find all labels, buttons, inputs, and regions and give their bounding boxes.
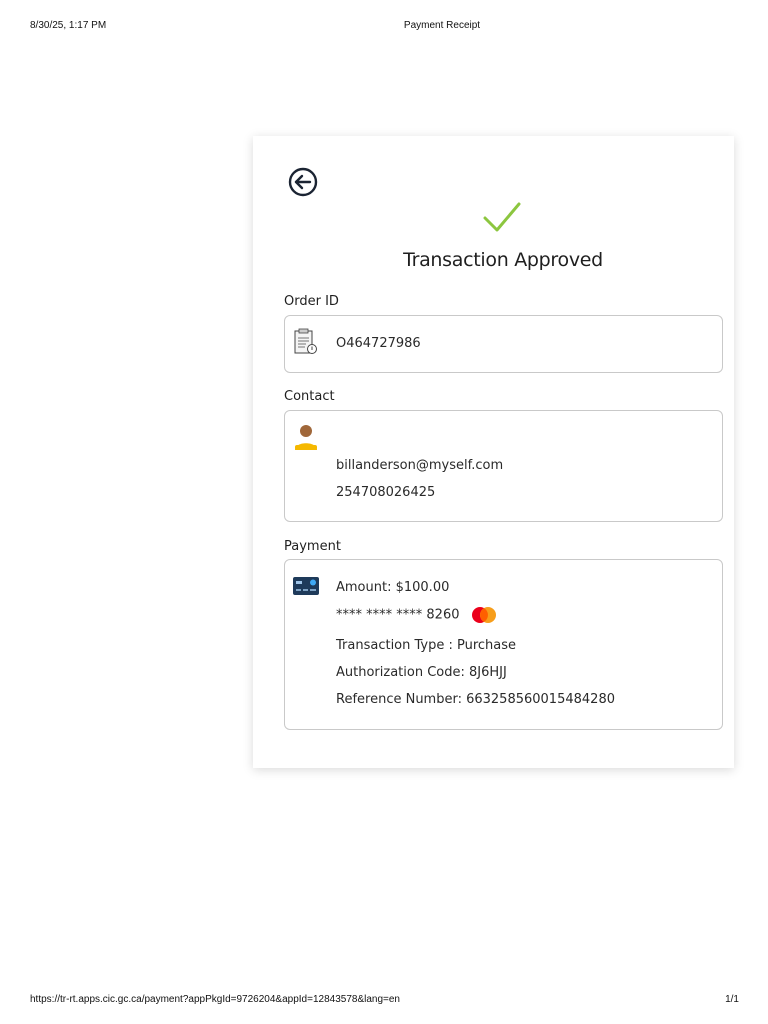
payment-box: Amount: $100.00 **** **** **** 8260 Tran… [284,559,723,730]
credit-card-icon [293,577,319,595]
person-icon [295,425,317,450]
back-button[interactable] [287,166,319,198]
print-footer-page-count: 1/1 [725,994,739,1005]
checkmark-icon [483,202,521,232]
circle-arrow-left-icon [288,167,318,197]
contact-email: billanderson@myself.com [336,458,504,473]
order-id-value: O464727986 [336,336,421,351]
reference-number: Reference Number: 663258560015484280 [336,692,615,707]
contact-box: billanderson@myself.com 254708026425 [284,410,723,522]
card-number-masked: **** **** **** 8260 [336,607,460,623]
mastercard-icon [471,607,496,623]
transaction-status-title: Transaction Approved [403,249,603,271]
payment-card-row: **** **** **** 8260 [336,606,498,624]
receipt-card: Transaction Approved Order ID O464727986… [253,136,734,768]
print-footer-url: https://tr-rt.apps.cic.gc.ca/payment?app… [30,994,400,1005]
payment-amount: Amount: $100.00 [336,580,450,595]
print-header-title: Payment Receipt [403,20,481,31]
order-id-label: Order ID [284,294,339,309]
order-id-box: O464727986 [284,315,723,373]
authorization-code: Authorization Code: 8J6HJJ [336,665,507,680]
payment-label: Payment [284,539,341,554]
contact-phone: 254708026425 [336,485,436,500]
contact-label: Contact [284,389,335,404]
transaction-type: Transaction Type : Purchase [336,638,517,653]
clipboard-icon [294,328,317,354]
